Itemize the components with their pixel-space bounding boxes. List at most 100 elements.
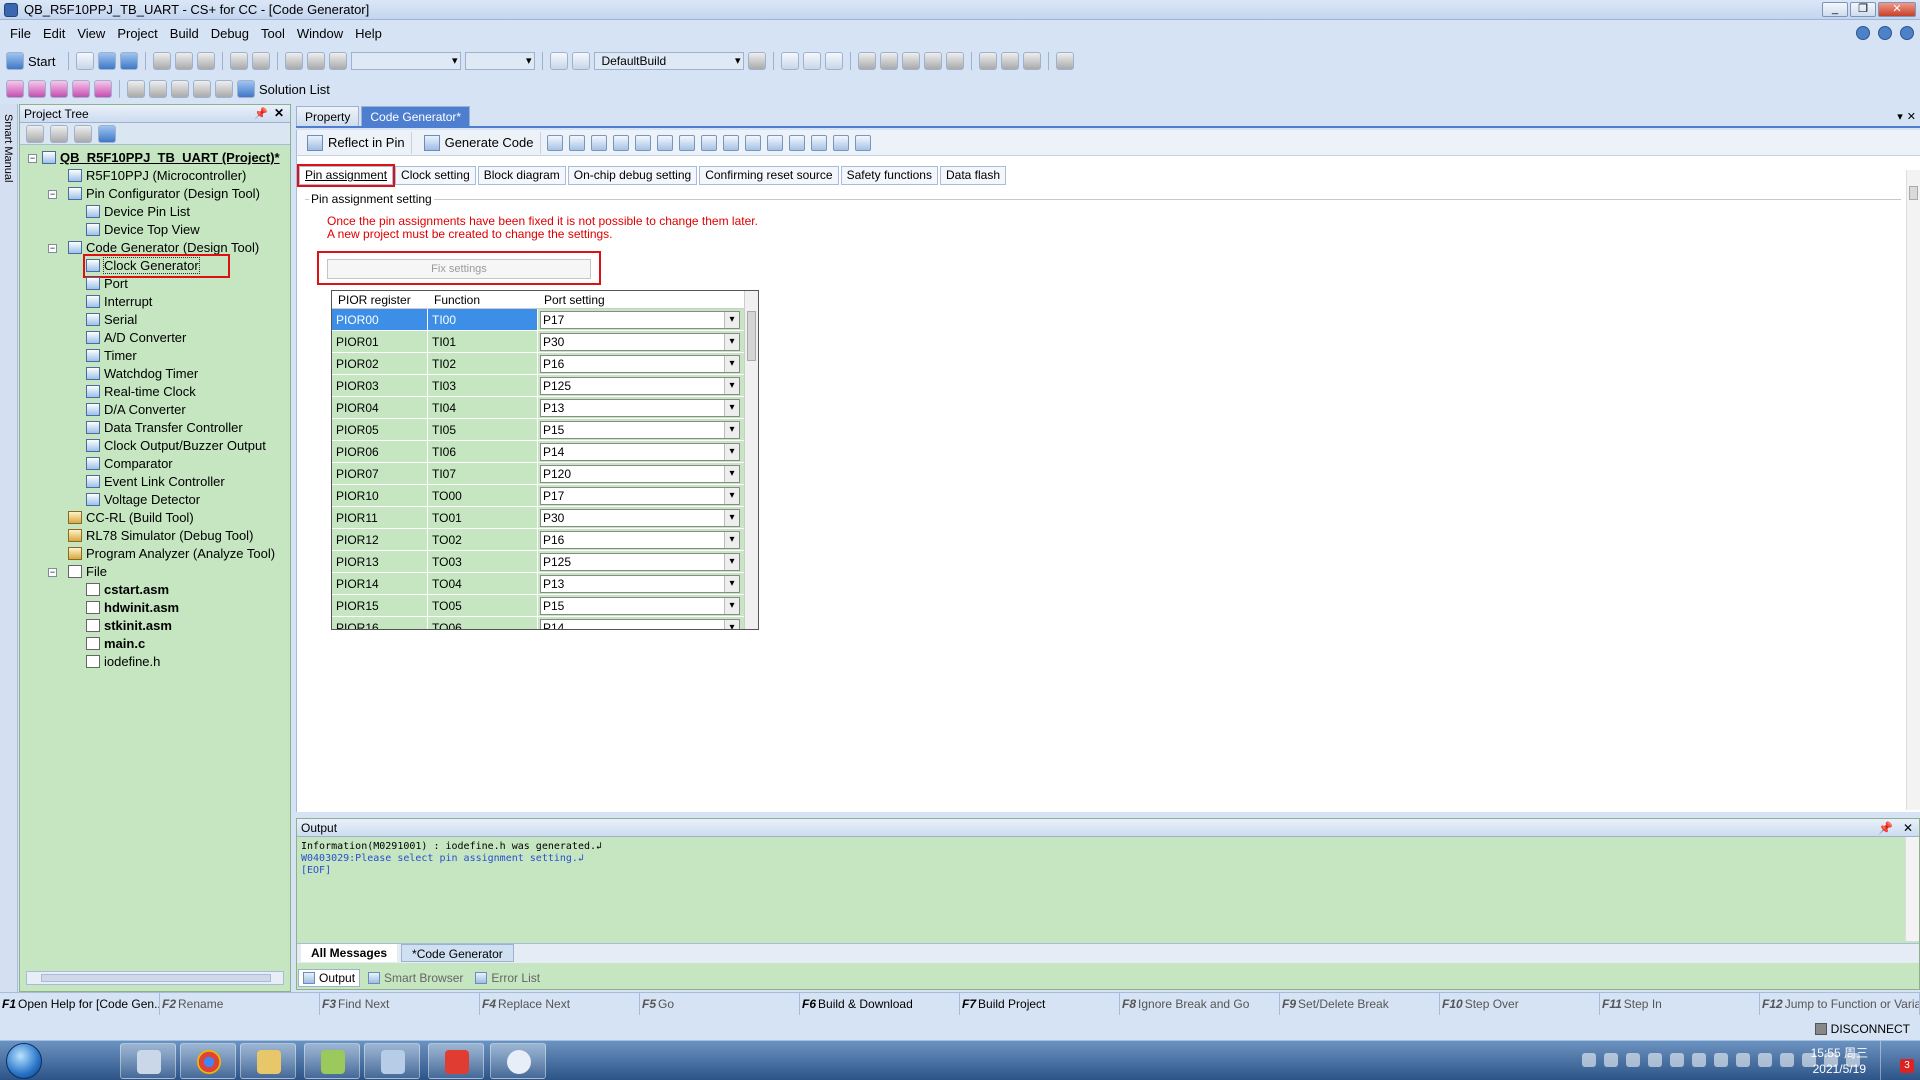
save-icon[interactable] [98, 52, 117, 70]
tree-item-rl78-simulator[interactable]: RL78 Simulator (Debug Tool) [20, 527, 290, 545]
refresh-icon[interactable] [98, 124, 116, 143]
table-row[interactable]: PIOR16 TO06 P14 [332, 617, 758, 629]
member-icon[interactable] [74, 124, 92, 143]
window-icon[interactable] [127, 80, 145, 98]
tree-item-program-analyzer[interactable]: Program Analyzer (Analyze Tool) [20, 545, 290, 563]
search-scope-combo[interactable] [465, 52, 536, 70]
tray-icon[interactable] [1758, 1053, 1772, 1067]
tree-item-device-top-view[interactable]: Device Top View [20, 221, 290, 239]
restore-button[interactable]: ❐ [1850, 2, 1876, 17]
fkey-f2[interactable]: F2 Rename [160, 993, 320, 1015]
pin-icon[interactable]: 📌 [1878, 819, 1893, 837]
da-icon[interactable] [722, 134, 739, 151]
cut-icon[interactable] [153, 52, 172, 70]
show-desktop-button[interactable]: 3 [1880, 1041, 1920, 1080]
tree-item-iodefine-h[interactable]: iodefine.h [20, 653, 290, 671]
port-select[interactable]: P15 [540, 421, 740, 439]
tree-item-project[interactable]: − QB_R5F10PPJ_TB_UART (Project)* [20, 149, 290, 167]
paste-icon[interactable] [197, 52, 216, 70]
close-panel-icon[interactable]: ✕ [1903, 819, 1913, 837]
tab-clock-setting[interactable]: Clock setting [395, 166, 476, 185]
port-select[interactable]: P14 [540, 619, 740, 629]
tree-item-da-converter[interactable]: D/A Converter [20, 401, 290, 419]
tab-on-chip-debug[interactable]: On-chip debug setting [567, 166, 698, 185]
bookmark-list-icon[interactable] [72, 80, 90, 98]
close-button[interactable]: ✕ [1878, 2, 1916, 17]
tray-icon[interactable] [1648, 1053, 1662, 1067]
port-icon[interactable] [568, 134, 585, 151]
table-row[interactable]: PIOR01 TI01 P30 [332, 331, 758, 353]
fkey-f5[interactable]: F5 Go [640, 993, 800, 1015]
port-select[interactable]: P30 [540, 509, 740, 527]
step-in-icon[interactable] [979, 52, 998, 70]
clock-gen-icon[interactable] [546, 134, 563, 151]
port-select[interactable]: P14 [540, 443, 740, 461]
sort-icon[interactable] [26, 124, 44, 143]
tree-item-code-generator[interactable]: − Code Generator (Design Tool) [20, 239, 290, 257]
port-select[interactable]: P13 [540, 399, 740, 417]
step-over-icon[interactable] [1001, 52, 1020, 70]
taskbar-app-calculator[interactable] [120, 1043, 176, 1079]
tray-icon[interactable] [1714, 1053, 1728, 1067]
menu-debug[interactable]: Debug [205, 26, 255, 41]
go-icon[interactable] [880, 52, 899, 70]
tree-item-port[interactable]: Port [20, 275, 290, 293]
taskbar-app-chrome[interactable] [180, 1043, 236, 1079]
table-row[interactable]: PIOR06 TI06 P14 [332, 441, 758, 463]
start-icon[interactable] [6, 52, 24, 70]
layout-icon[interactable] [215, 80, 233, 98]
feedback-icon[interactable] [1856, 26, 1870, 40]
watchdog-icon[interactable] [678, 134, 695, 151]
tab-smart-browser[interactable]: Smart Browser [364, 969, 467, 987]
undo-icon[interactable] [230, 52, 249, 70]
solution-list-icon[interactable] [237, 80, 255, 98]
tree-item-watchdog-timer[interactable]: Watchdog Timer [20, 365, 290, 383]
build-tool-icon[interactable] [748, 52, 767, 70]
table-row[interactable]: PIOR10 TO00 P17 [332, 485, 758, 507]
close-panel-icon[interactable]: ✕ [274, 106, 284, 120]
tree-item-clock-generator[interactable]: Clock Generator [20, 254, 290, 278]
table-row[interactable]: PIOR14 TO04 P13 [332, 573, 758, 595]
taskbar-app-explorer[interactable] [240, 1043, 296, 1079]
tree-item-cc-rl[interactable]: CC-RL (Build Tool) [20, 509, 290, 527]
output-vertical-scrollbar[interactable] [1905, 837, 1919, 941]
collapse-icon[interactable]: − [28, 154, 37, 163]
menu-window[interactable]: Window [291, 26, 349, 41]
tree-item-serial[interactable]: Serial [20, 311, 290, 329]
menu-project[interactable]: Project [111, 26, 163, 41]
tray-icon[interactable] [1692, 1053, 1706, 1067]
build-mode-icon[interactable] [572, 52, 591, 70]
connect-icon[interactable] [803, 52, 822, 70]
taskbar-clock[interactable]: 15:55 周三 2021/5/19 [1811, 1045, 1868, 1077]
event-link-icon[interactable] [832, 134, 849, 151]
generate-code-button[interactable]: Generate Code [418, 131, 541, 154]
port-select[interactable]: P125 [540, 377, 740, 395]
dtc-icon[interactable] [744, 134, 761, 151]
fkey-f10[interactable]: F10 Step Over [1440, 993, 1600, 1015]
tree-item-clock-output-buzzer[interactable]: Clock Output/Buzzer Output [20, 437, 290, 455]
menu-view[interactable]: View [71, 26, 111, 41]
port-select[interactable]: P17 [540, 311, 740, 329]
fkey-f3[interactable]: F3 Find Next [320, 993, 480, 1015]
tree-item-ad-converter[interactable]: A/D Converter [20, 329, 290, 347]
tree-item-stkinit-asm[interactable]: stkinit.asm [20, 617, 290, 635]
col-function[interactable]: Function [428, 291, 538, 308]
table-row[interactable]: PIOR00 TI00 P17 [332, 309, 758, 331]
disconnect-status[interactable]: DISCONNECT [1814, 1022, 1910, 1036]
comment-icon[interactable] [149, 80, 167, 98]
search-combo[interactable] [351, 52, 462, 70]
copy-icon[interactable] [175, 52, 194, 70]
buzzer-icon[interactable] [766, 134, 783, 151]
port-select[interactable]: P16 [540, 355, 740, 373]
ad-icon[interactable] [634, 134, 651, 151]
table-row[interactable]: PIOR04 TI04 P13 [332, 397, 758, 419]
fix-settings-button[interactable]: Fix settings [327, 259, 591, 279]
tree-item-voltage-detector[interactable]: Voltage Detector [20, 491, 290, 509]
bookmark-next-icon[interactable] [50, 80, 68, 98]
fkey-f12[interactable]: F12 Jump to Function or Varia... [1760, 993, 1920, 1015]
tree-item-real-time-clock[interactable]: Real-time Clock [20, 383, 290, 401]
output-text[interactable]: Information(M0291001) : iodefine.h was g… [297, 837, 1919, 881]
tree-item-pin-configurator[interactable]: − Pin Configurator (Design Tool) [20, 185, 290, 203]
smart-manual-strip[interactable]: Smart Manual [0, 104, 18, 992]
tray-icon[interactable] [1670, 1053, 1684, 1067]
